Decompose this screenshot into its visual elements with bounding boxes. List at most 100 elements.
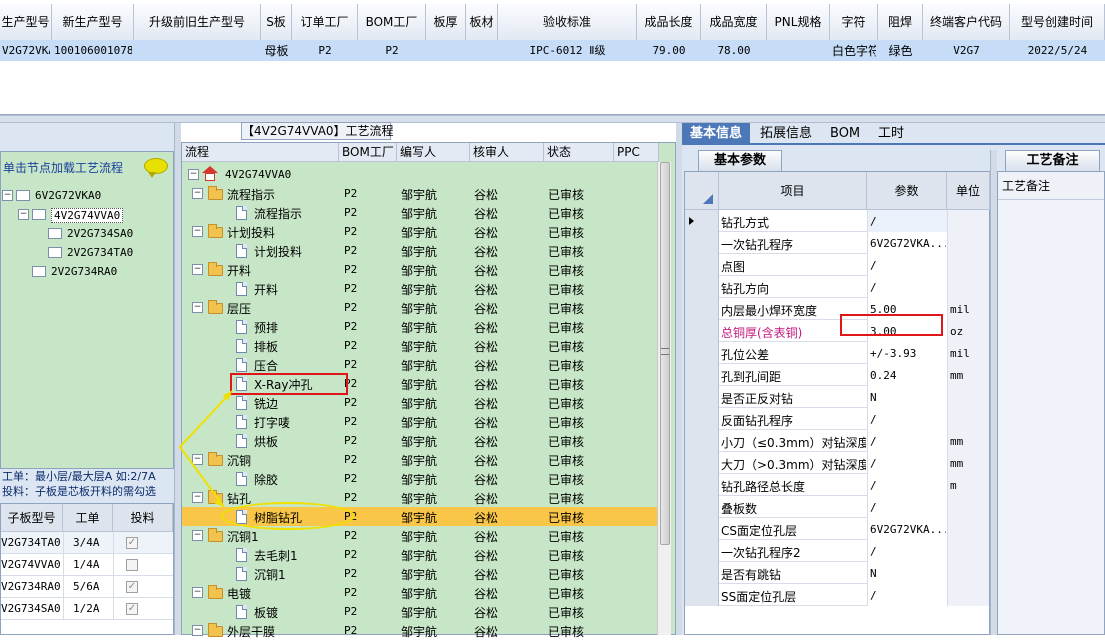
- top-grid-column-header[interactable]: BOM工厂: [358, 4, 426, 41]
- top-grid-column-header[interactable]: 终端客户代码: [923, 4, 1010, 41]
- feed-checkbox[interactable]: ✓: [126, 537, 138, 549]
- flow-row[interactable]: 除胶 P2 邹宇航 谷松 已审核: [182, 469, 658, 488]
- tree-node-2v2g734ta0[interactable]: 2V2G734TA0: [34, 244, 154, 262]
- top-grid-cell[interactable]: 78.00: [703, 41, 765, 61]
- param-value[interactable]: 6V2G72VKA...: [870, 237, 946, 250]
- top-grid-cell[interactable]: P2: [360, 41, 424, 61]
- flow-column-header[interactable]: BOM工厂: [339, 143, 397, 162]
- flow-row[interactable]: 沉铜1 P2 邹宇航 谷松 已审核: [182, 564, 658, 583]
- tree-expander-icon[interactable]: −: [18, 209, 29, 220]
- param-value[interactable]: /: [870, 479, 946, 492]
- flow-row[interactable]: 板镀 P2 邹宇航 谷松 已审核: [182, 602, 658, 621]
- feed-checkbox[interactable]: [126, 559, 138, 571]
- flow-row[interactable]: 流程指示 P2 邹宇航 谷松 已审核: [182, 203, 658, 222]
- top-grid-column-header[interactable]: 新生产型号: [52, 4, 134, 41]
- top-grid-cell[interactable]: V2G7: [925, 41, 1008, 61]
- param-value[interactable]: N: [870, 567, 946, 580]
- flow-row[interactable]: 打字唛 P2 邹宇航 谷松 已审核: [182, 412, 658, 431]
- flow-column-header[interactable]: 状态: [544, 143, 614, 162]
- param-row[interactable]: 孔位公差 +/-3.93 mil: [685, 342, 989, 364]
- flow-row[interactable]: 开料 P2 邹宇航 谷松 已审核: [182, 279, 658, 298]
- flow-row[interactable]: − 沉铜 P2 邹宇航 谷松 已审核: [182, 450, 658, 469]
- top-grid-column-header[interactable]: 订单工厂: [292, 4, 358, 41]
- param-row[interactable]: SS面定位孔层 /: [685, 584, 989, 606]
- tab-work-hours[interactable]: 工时: [870, 123, 912, 145]
- tree-expander-icon[interactable]: −: [192, 587, 203, 598]
- sub-board-order[interactable]: 5/6A: [73, 580, 113, 593]
- top-grid-cell[interactable]: 白色字符: [832, 41, 876, 61]
- flow-root-node[interactable]: − 4V2G74VVA0: [182, 165, 652, 184]
- top-grid-column-header[interactable]: 板厚: [426, 4, 466, 41]
- flow-row[interactable]: − 流程指示 P2 邹宇航 谷松 已审核: [182, 184, 658, 203]
- top-grid-column-header[interactable]: 型号创建时间: [1010, 4, 1105, 41]
- sub-board-order[interactable]: 3/4A: [73, 536, 113, 549]
- param-row[interactable]: 反面钻孔程序 /: [685, 408, 989, 430]
- param-row[interactable]: 一次钻孔程序2 /: [685, 540, 989, 562]
- basic-params-subtab[interactable]: 基本参数: [698, 150, 782, 171]
- tab-extended-info[interactable]: 拓展信息: [752, 123, 820, 145]
- flow-column-header[interactable]: 流程: [182, 143, 339, 162]
- params-column-header[interactable]: 参数: [867, 172, 947, 210]
- param-row[interactable]: 总铜厚(含表铜) 3.00 oz: [685, 320, 989, 342]
- sub-board-header[interactable]: 投料: [113, 504, 173, 532]
- top-grid-cell[interactable]: [428, 41, 464, 61]
- param-value[interactable]: /: [870, 589, 946, 602]
- param-value[interactable]: /: [870, 457, 946, 470]
- tree-node-6v2g72vka0[interactable]: − 6V2G72VKA0: [2, 187, 122, 205]
- flow-row[interactable]: − 计划投料 P2 邹宇航 谷松 已审核: [182, 222, 658, 241]
- tree-expander-icon[interactable]: −: [192, 625, 203, 636]
- feed-checkbox[interactable]: ✓: [126, 603, 138, 615]
- top-grid-cell[interactable]: 母板: [263, 41, 290, 61]
- sub-board-header[interactable]: 工单: [63, 504, 113, 532]
- param-value[interactable]: /: [870, 215, 946, 228]
- top-grid-cell[interactable]: 79.00: [639, 41, 699, 61]
- param-row[interactable]: 大刀（>0.3mm）对钻深度 / mm: [685, 452, 989, 474]
- top-grid-cell[interactable]: 10010600107888: [54, 41, 132, 61]
- param-value[interactable]: +/-3.93: [870, 347, 946, 360]
- param-value[interactable]: /: [870, 413, 946, 426]
- top-grid-column-header[interactable]: 成品宽度: [701, 4, 767, 41]
- top-grid-cell[interactable]: 2022/5/24: [1012, 41, 1103, 61]
- sub-board-order[interactable]: 1/2A: [73, 602, 113, 615]
- flow-column-header[interactable]: 编写人: [397, 143, 470, 162]
- tree-node-4v2g74vva0[interactable]: − 4V2G74VVA0: [18, 206, 138, 224]
- param-row[interactable]: 小刀（≤0.3mm）对钻深度 / mm: [685, 430, 989, 452]
- param-row[interactable]: 是否有跳钻 N: [685, 562, 989, 584]
- flow-row[interactable]: − 外层干膜 P2 邹宇航 谷松 已审核: [182, 621, 658, 640]
- flow-row[interactable]: 烘板 P2 邹宇航 谷松 已审核: [182, 431, 658, 450]
- flow-row[interactable]: 铣边 P2 邹宇航 谷松 已审核: [182, 393, 658, 412]
- top-grid-column-header[interactable]: 升级前旧生产型号: [134, 4, 261, 41]
- sub-board-row[interactable]: V2G734RA0 5/6A ✓: [1, 576, 173, 598]
- tree-expander-icon[interactable]: −: [2, 190, 13, 201]
- flow-row[interactable]: 压合 P2 邹宇航 谷松 已审核: [182, 355, 658, 374]
- sub-board-header[interactable]: 子板型号: [1, 504, 63, 532]
- flow-column-header[interactable]: PPC: [614, 143, 659, 162]
- sub-board-row[interactable]: V2G74VVA0 1/4A: [1, 554, 173, 576]
- param-value[interactable]: 0.24: [870, 369, 946, 382]
- tab-basic-info[interactable]: 基本信息: [682, 123, 751, 145]
- params-column-header[interactable]: 单位: [947, 172, 990, 210]
- top-grid-cell[interactable]: P2: [294, 41, 356, 61]
- top-grid-cell[interactable]: V2G72VKA0: [2, 41, 50, 61]
- param-row[interactable]: 钻孔方向 /: [685, 276, 989, 298]
- remarks-tab[interactable]: 工艺备注: [1005, 150, 1100, 171]
- top-grid-column-header[interactable]: 验收标准: [498, 4, 637, 41]
- left-splitter[interactable]: [174, 123, 181, 635]
- tree-node-2v2g734sa0[interactable]: 2V2G734SA0: [34, 225, 154, 243]
- tab-bom[interactable]: BOM: [822, 123, 868, 145]
- sub-board-order[interactable]: 1/4A: [73, 558, 113, 571]
- param-value[interactable]: /: [870, 545, 946, 558]
- param-row[interactable]: CS面定位孔层 6V2G72VKA...: [685, 518, 989, 540]
- tree-expander-icon[interactable]: −: [188, 169, 199, 180]
- sub-board-row[interactable]: V2G734SA0 1/2A ✓: [1, 598, 173, 620]
- top-grid-column-header[interactable]: 字符: [830, 4, 878, 41]
- top-grid-column-header[interactable]: 阻焊: [878, 4, 923, 41]
- feed-checkbox[interactable]: ✓: [126, 581, 138, 593]
- flow-column-header[interactable]: 核审人: [470, 143, 544, 162]
- sub-board-row[interactable]: V2G734TA0 3/4A ✓: [1, 532, 173, 554]
- top-grid-cell[interactable]: [769, 41, 828, 61]
- top-splitter[interactable]: [0, 115, 1105, 123]
- top-grid-cell[interactable]: IPC-6012 Ⅱ级: [500, 41, 635, 61]
- tree-expander-icon[interactable]: −: [192, 226, 203, 237]
- flow-row[interactable]: 排板 P2 邹宇航 谷松 已审核: [182, 336, 658, 355]
